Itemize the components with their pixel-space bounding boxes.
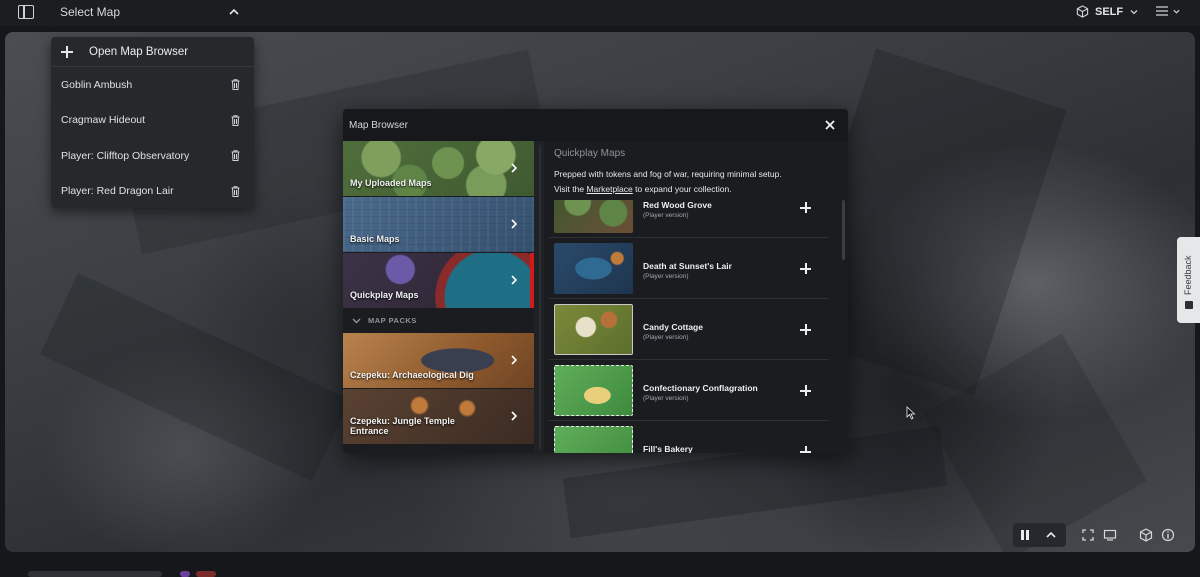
add-map-icon[interactable] (800, 385, 811, 396)
map-name: Red Wood Grove (643, 200, 712, 210)
feedback-icon (1185, 301, 1193, 309)
bottom-strip (0, 560, 1200, 577)
modal-title: Map Browser (349, 120, 408, 131)
map-name: Confectionary Conflagration (643, 383, 758, 393)
main-menu-button[interactable] (1155, 5, 1181, 17)
close-icon[interactable] (825, 120, 835, 130)
chevron-right-icon (511, 355, 518, 365)
taskbar-indicator (196, 571, 216, 577)
modal-header: Map Browser (343, 109, 848, 141)
quickplay-item[interactable]: Confectionary Conflagration (Player vers… (549, 360, 829, 421)
pack-jungle-temple-entrance[interactable]: Czepeku: Jungle Temple Entrance (343, 389, 534, 444)
category-column: My Uploaded Maps Basic Maps Quickplay Ma… (343, 141, 534, 453)
mouse-cursor-icon (906, 406, 916, 420)
feedback-label: Feedback (1183, 255, 1193, 295)
chevron-right-icon (511, 411, 518, 421)
category-label: Basic Maps (350, 234, 400, 244)
quickplay-item[interactable]: Fill's Bakery (549, 421, 829, 453)
map-thumbnail (554, 200, 633, 233)
chevron-right-icon (511, 275, 518, 285)
quickplay-item[interactable]: Candy Cottage (Player version) (549, 299, 829, 360)
view-mode-selector[interactable]: SELF (1076, 5, 1139, 18)
chevron-right-icon (511, 163, 518, 173)
add-map-icon[interactable] (800, 324, 811, 335)
fullscreen-icon[interactable] (1081, 528, 1095, 542)
pack-label: Czepeku: Archaeological Dig (350, 370, 474, 380)
map-item-label: Cragmaw Hideout (61, 114, 146, 127)
bottom-controls (1013, 523, 1183, 547)
category-my-uploaded-maps[interactable]: My Uploaded Maps (343, 141, 534, 196)
map-packs-toggle[interactable]: MAP PACKS (343, 308, 534, 333)
map-thumbnail (554, 304, 633, 355)
add-map-icon[interactable] (800, 263, 811, 274)
chevron-down-icon (1173, 9, 1180, 14)
sidebar-toggle-icon[interactable] (18, 5, 34, 19)
map-item-label: Player: Clifftop Observatory (61, 149, 190, 162)
map-subtitle: (Player version) (643, 212, 689, 219)
category-label: Quickplay Maps (350, 290, 419, 300)
add-map-icon[interactable] (800, 202, 811, 213)
monitor-icon[interactable] (1103, 528, 1117, 542)
quickplay-list: Red Wood Grove (Player version) Death at… (549, 200, 839, 453)
chevron-right-icon (511, 219, 518, 229)
map-item-label: Goblin Ambush (61, 78, 133, 91)
open-map-browser-button[interactable]: Open Map Browser (51, 37, 254, 67)
map-thumbnail (554, 426, 633, 453)
desc-line: Prepped with tokens and fog of war, requ… (554, 169, 782, 179)
category-quickplay-maps[interactable]: Quickplay Maps (343, 253, 534, 308)
quickplay-scrollbar[interactable] (842, 200, 845, 260)
map-subtitle: (Player version) (643, 273, 689, 280)
taskbar-indicator (180, 571, 190, 577)
view-mode-label: SELF (1095, 5, 1124, 18)
chevron-down-icon (352, 318, 361, 323)
map-thumbnail (554, 243, 633, 294)
map-list-item[interactable]: Cragmaw Hideout (51, 103, 254, 139)
add-map-icon[interactable] (800, 446, 811, 453)
map-dropdown: Open Map Browser Goblin Ambush Cragmaw H… (51, 37, 254, 208)
info-icon[interactable] (1161, 528, 1175, 542)
map-item-label: Player: Red Dragon Lair (61, 185, 174, 198)
quickplay-item[interactable]: Red Wood Grove (Player version) (549, 200, 829, 238)
chevron-up-icon[interactable] (228, 6, 240, 18)
top-bar: Select Map SELF (0, 0, 1200, 26)
map-browser-modal: Map Browser My Uploaded Maps Basic Maps … (343, 109, 848, 453)
cube-icon[interactable] (1139, 528, 1153, 542)
marketplace-link[interactable]: Marketplace (586, 184, 632, 194)
select-map-button[interactable]: Select Map (60, 5, 120, 19)
quickplay-item[interactable]: Death at Sunset's Lair (Player version) (549, 238, 829, 299)
map-name: Candy Cottage (643, 322, 703, 332)
pack-label: Czepeku: Jungle Temple Entrance (350, 416, 455, 436)
taskbar-pill (28, 571, 162, 577)
open-map-browser-label: Open Map Browser (89, 45, 189, 58)
feedback-tab[interactable]: Feedback (1177, 237, 1200, 323)
pause-icon[interactable] (1018, 528, 1032, 542)
map-thumbnail (554, 365, 633, 416)
map-subtitle: (Player version) (643, 334, 689, 341)
quickplay-heading: Quickplay Maps (554, 148, 626, 159)
trash-icon[interactable] (231, 150, 240, 161)
desc-rest: to expand your collection. (635, 184, 732, 194)
map-list-item[interactable]: Player: Clifftop Observatory (51, 138, 254, 174)
map-packs-label: MAP PACKS (368, 316, 417, 325)
quickplay-description: Prepped with tokens and fog of war, requ… (554, 167, 824, 197)
trash-icon[interactable] (231, 114, 240, 126)
pack-archaeological-dig[interactable]: Czepeku: Archaeological Dig (343, 333, 534, 388)
map-name: Death at Sunset's Lair (643, 261, 732, 271)
plus-icon (61, 45, 73, 58)
category-label: My Uploaded Maps (350, 178, 432, 188)
map-list-item[interactable]: Player: Red Dragon Lair (51, 174, 254, 210)
trash-icon[interactable] (231, 185, 240, 197)
cube-icon (1076, 5, 1089, 18)
chevron-up-icon[interactable] (1044, 528, 1058, 542)
map-name: Fill's Bakery (643, 444, 693, 453)
chevron-down-icon (1130, 9, 1138, 14)
trash-icon[interactable] (231, 79, 240, 90)
desc-visit: Visit the (554, 184, 585, 194)
category-basic-maps[interactable]: Basic Maps (343, 197, 534, 252)
hamburger-icon (1156, 6, 1168, 16)
map-list-item[interactable]: Goblin Ambush (51, 67, 254, 103)
map-subtitle: (Player version) (643, 395, 689, 402)
category-scrollbar[interactable] (539, 145, 541, 449)
